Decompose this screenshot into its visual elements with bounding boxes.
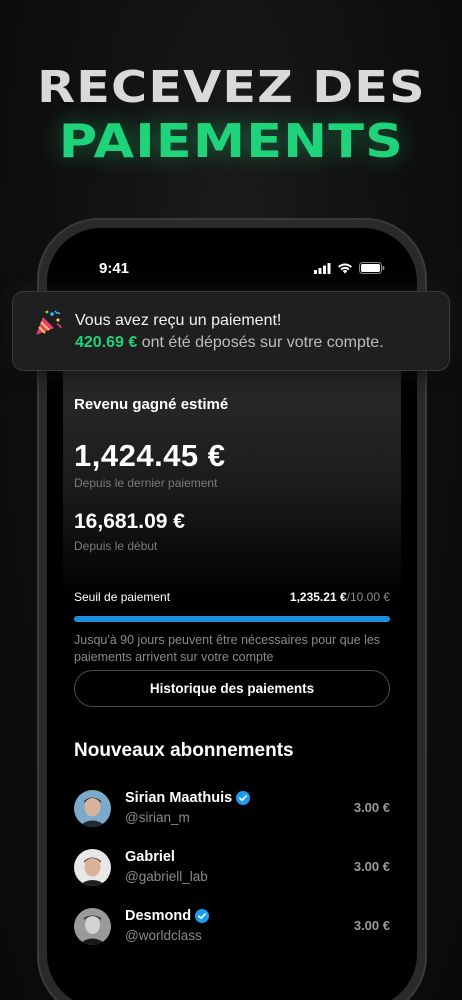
avatar[interactable] bbox=[74, 849, 111, 886]
since-last-label: Depuis le dernier paiement bbox=[74, 476, 218, 490]
threshold-value: 1,235.21 €/10.00 € bbox=[290, 590, 390, 604]
party-popper-icon bbox=[36, 310, 62, 335]
since-last-amount: 1,424.45 € bbox=[74, 438, 226, 473]
payment-notification[interactable]: Vous avez reçu un paiement! 420.69 € ont… bbox=[12, 291, 450, 371]
notification-title: Vous avez reçu un paiement! bbox=[75, 312, 282, 329]
subscriber-name: Sirian Maathuis bbox=[125, 790, 251, 806]
subscription-row[interactable]: Desmond @worldclass 3.00 € bbox=[74, 908, 390, 952]
verified-badge-icon bbox=[236, 791, 251, 805]
notification-amount: 420.69 € bbox=[75, 334, 138, 351]
payment-history-button[interactable]: Historique des paiements bbox=[74, 670, 390, 707]
verified-badge-icon bbox=[195, 909, 210, 923]
threshold-label: Seuil de paiement bbox=[74, 590, 171, 604]
hero-line-1: RECEVEZ DES bbox=[36, 62, 426, 113]
revenue-title: Revenu gagné estimé bbox=[74, 396, 229, 413]
subscriber-name: Desmond bbox=[125, 908, 210, 924]
threshold-target: /10.00 € bbox=[346, 590, 390, 604]
hero-line-2: PAIEMENTS bbox=[58, 114, 404, 168]
notification-message: 420.69 € ont été déposés sur votre compt… bbox=[75, 334, 384, 352]
since-start-amount: 16,681.09 € bbox=[74, 510, 185, 533]
subscription-row[interactable]: Sirian Maathuis @sirian_m 3.00 € bbox=[74, 790, 390, 834]
avatar[interactable] bbox=[74, 908, 111, 945]
threshold-row: Seuil de paiement 1,235.21 €/10.00 € bbox=[74, 590, 390, 604]
threshold-note: Jusqu'à 90 jours peuvent être nécessaire… bbox=[74, 633, 381, 664]
hero-heading: RECEVEZ DES PAIEMENTS bbox=[0, 62, 462, 168]
avatar[interactable] bbox=[74, 790, 111, 827]
threshold-progress-bar bbox=[74, 616, 390, 622]
since-start-label: Depuis le début bbox=[74, 539, 158, 553]
threshold-progress-fill bbox=[74, 616, 390, 622]
threshold-current: 1,235.21 € bbox=[289, 590, 347, 604]
subscription-price: 3.00 € bbox=[353, 918, 390, 933]
subscription-price: 3.00 € bbox=[353, 859, 390, 874]
subscriber-handle: @worldclass bbox=[125, 928, 202, 943]
subscriber-handle: @gabriell_lab bbox=[125, 869, 208, 884]
notification-message-text: ont été déposés sur votre compte. bbox=[141, 334, 384, 351]
subscription-price: 3.00 € bbox=[353, 800, 390, 815]
new-subscriptions-title: Nouveaux abonnements bbox=[74, 740, 294, 761]
subscriber-name: Gabriel bbox=[125, 849, 175, 865]
subscription-row[interactable]: Gabriel @gabriell_lab 3.00 € bbox=[74, 849, 390, 893]
subscriber-handle: @sirian_m bbox=[125, 810, 190, 825]
